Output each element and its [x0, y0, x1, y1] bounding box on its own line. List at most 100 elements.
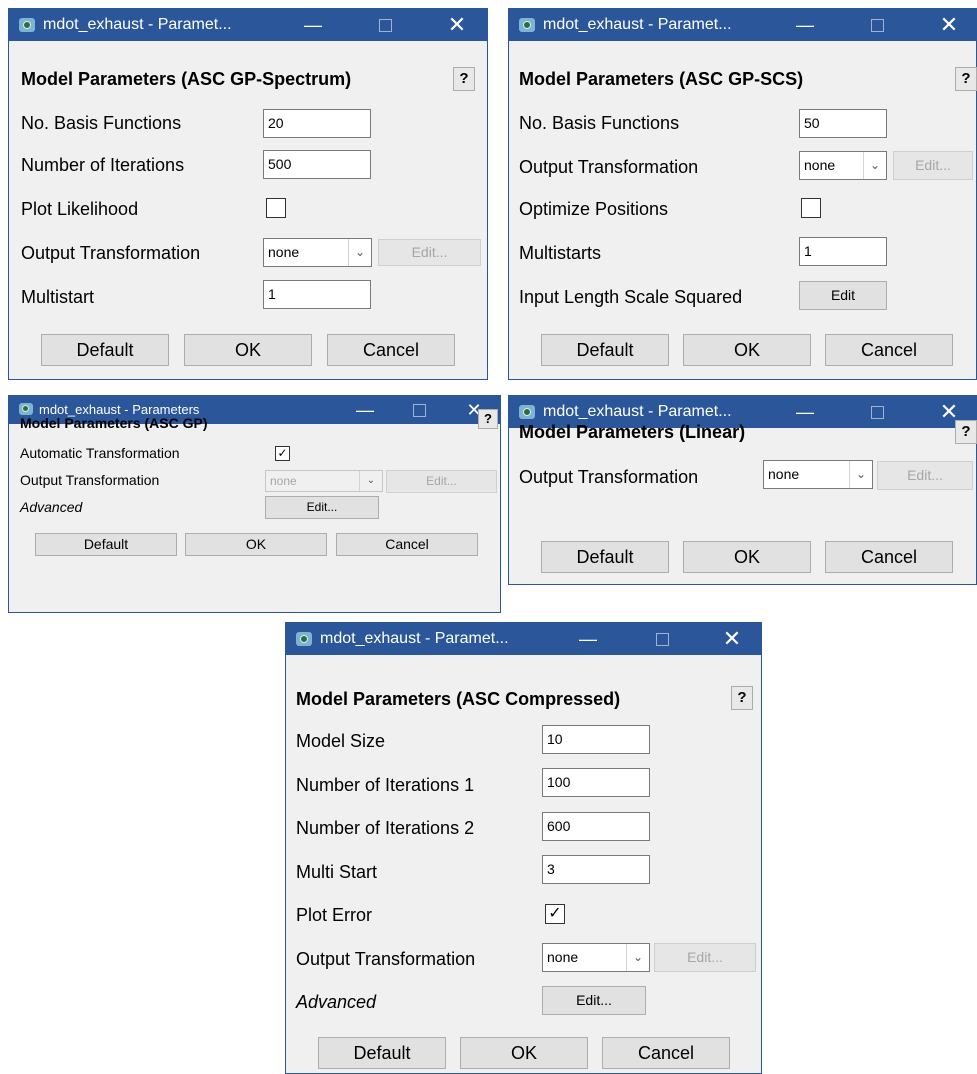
window-title: mdot_exhaust - Paramet...	[320, 630, 509, 647]
ok-button[interactable]: OK	[460, 1037, 588, 1069]
output-transformation-value: none	[768, 466, 800, 482]
basis-functions-label: No. Basis Functions	[21, 113, 182, 133]
output-transformation-value: none	[547, 949, 579, 965]
output-transformation-select[interactable]: none ⌄	[265, 470, 383, 492]
ok-button[interactable]: OK	[683, 334, 811, 366]
default-button[interactable]: Default	[41, 334, 169, 366]
basis-functions-input[interactable]: 50	[799, 109, 887, 138]
plot-error-checkbox[interactable]: ✓	[545, 904, 565, 924]
ok-button[interactable]: OK	[185, 533, 327, 556]
optimize-positions-label: Optimize Positions	[519, 199, 669, 219]
help-button[interactable]: ?	[731, 686, 753, 710]
output-transformation-select[interactable]: none ⌄	[763, 460, 873, 489]
default-button[interactable]: Default	[541, 334, 669, 366]
maximize-icon[interactable]	[648, 623, 676, 655]
chevron-down-icon: ⌄	[863, 152, 886, 179]
iterations-1-label: Number of Iterations 1	[296, 775, 475, 795]
plot-likelihood-checkbox[interactable]	[266, 198, 286, 218]
plot-likelihood-label: Plot Likelihood	[21, 199, 139, 219]
cancel-button[interactable]: Cancel	[336, 533, 478, 556]
multistarts-input[interactable]: 1	[799, 237, 887, 266]
help-button[interactable]: ?	[955, 420, 977, 444]
title-bar[interactable]: mdot_exhaust - Paramet... — ✕	[9, 9, 487, 41]
dialog-gp-scs: mdot_exhaust - Paramet... — ✕ Model Para…	[508, 8, 977, 380]
minimize-icon[interactable]: —	[351, 396, 379, 424]
dialog-header: Model Parameters (ASC GP)	[20, 415, 208, 431]
help-button[interactable]: ?	[453, 67, 475, 91]
help-button[interactable]: ?	[955, 67, 977, 91]
chevron-down-icon: ⌄	[626, 944, 649, 971]
minimize-icon[interactable]: —	[791, 396, 819, 428]
chevron-down-icon: ⌄	[359, 471, 382, 491]
iterations-label: Number of Iterations	[21, 155, 185, 175]
minimize-icon[interactable]: —	[574, 623, 602, 655]
multistart-input[interactable]: 1	[263, 280, 371, 309]
iterations-2-label: Number of Iterations 2	[296, 818, 475, 838]
dialog-linear: mdot_exhaust - Paramet... — ✕ Model Para…	[508, 395, 977, 585]
cancel-button[interactable]: Cancel	[327, 334, 455, 366]
length-scale-label: Input Length Scale Squared	[519, 287, 743, 307]
model-size-input[interactable]: 10	[542, 725, 650, 754]
maximize-icon[interactable]	[863, 396, 891, 428]
dialog-gp: mdot_exhaust - Parameters — ✕ Model Para…	[8, 395, 501, 613]
dialog-header: Model Parameters (ASC GP-SCS)	[519, 69, 804, 89]
automatic-transformation-label: Automatic Transformation	[20, 445, 180, 461]
iterations-1-input[interactable]: 100	[542, 768, 650, 797]
default-button[interactable]: Default	[35, 533, 177, 556]
window-title: mdot_exhaust - Paramet...	[43, 16, 232, 33]
app-icon	[19, 403, 33, 415]
advanced-label: Advanced	[296, 992, 377, 1012]
app-icon	[519, 18, 535, 32]
edit-button[interactable]: Edit...	[654, 943, 756, 972]
default-button[interactable]: Default	[318, 1037, 446, 1069]
output-transformation-select[interactable]: none ⌄	[263, 238, 372, 267]
advanced-edit-button[interactable]: Edit...	[265, 496, 379, 519]
app-icon	[296, 632, 312, 646]
app-icon	[519, 405, 535, 419]
close-icon[interactable]: ✕	[718, 623, 746, 655]
close-icon[interactable]: ✕	[935, 9, 963, 41]
automatic-transformation-checkbox[interactable]: ✓	[275, 446, 290, 461]
optimize-positions-checkbox[interactable]	[801, 198, 821, 218]
title-bar[interactable]: mdot_exhaust - Paramet... — ✕	[509, 9, 976, 41]
multi-start-input[interactable]: 3	[542, 855, 650, 884]
chevron-down-icon: ⌄	[348, 239, 371, 266]
dialog-header: Model Parameters (ASC Compressed)	[296, 689, 621, 709]
edit-button[interactable]: Edit...	[378, 239, 481, 266]
edit-button[interactable]: Edit...	[386, 470, 497, 493]
edit-button[interactable]: Edit...	[893, 151, 973, 180]
output-transformation-value: none	[270, 474, 297, 488]
window-title: mdot_exhaust - Paramet...	[543, 16, 732, 33]
basis-functions-input[interactable]: 20	[263, 109, 371, 138]
cancel-button[interactable]: Cancel	[825, 541, 953, 573]
minimize-icon[interactable]: —	[299, 9, 327, 41]
output-transformation-label: Output Transformation	[21, 243, 201, 263]
advanced-edit-button[interactable]: Edit...	[542, 986, 646, 1015]
ok-button[interactable]: OK	[184, 334, 312, 366]
output-transformation-value: none	[804, 157, 836, 173]
close-icon[interactable]: ✕	[443, 9, 471, 41]
multi-start-label: Multi Start	[296, 862, 378, 882]
minimize-icon[interactable]: —	[791, 9, 819, 41]
cancel-button[interactable]: Cancel	[825, 334, 953, 366]
title-bar[interactable]: mdot_exhaust - Paramet... — ✕	[286, 623, 761, 655]
help-button[interactable]: ?	[478, 409, 498, 429]
output-transformation-select[interactable]: none ⌄	[542, 943, 650, 972]
ok-button[interactable]: OK	[683, 541, 811, 573]
iterations-2-input[interactable]: 600	[542, 812, 650, 841]
iterations-input[interactable]: 500	[263, 150, 371, 179]
output-transformation-value: none	[268, 244, 300, 260]
multistarts-label: Multistarts	[519, 243, 602, 263]
edit-button[interactable]: Edit...	[877, 461, 973, 490]
dialog-asc-compressed: mdot_exhaust - Paramet... — ✕ Model Para…	[285, 622, 762, 1074]
default-button[interactable]: Default	[541, 541, 669, 573]
maximize-icon[interactable]	[863, 9, 891, 41]
dialog-header: Model Parameters (ASC GP-Spectrum)	[21, 69, 352, 89]
output-transformation-label: Output Transformation	[519, 467, 699, 487]
model-size-label: Model Size	[296, 731, 386, 751]
cancel-button[interactable]: Cancel	[602, 1037, 730, 1069]
length-scale-edit-button[interactable]: Edit	[799, 281, 887, 310]
maximize-icon[interactable]	[405, 396, 433, 424]
maximize-icon[interactable]	[371, 9, 399, 41]
output-transformation-select[interactable]: none ⌄	[799, 151, 887, 180]
